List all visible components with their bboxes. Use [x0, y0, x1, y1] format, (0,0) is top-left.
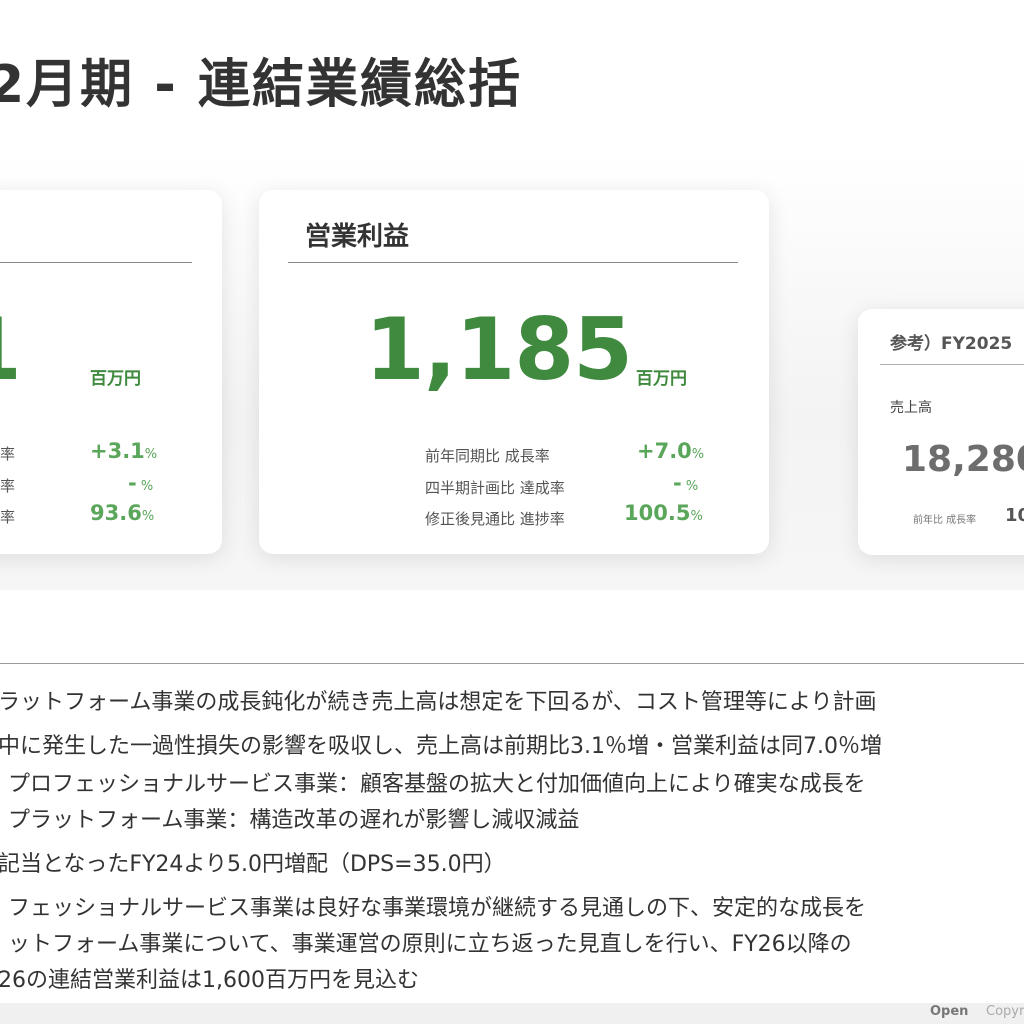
metric-value: 93.6% — [90, 501, 155, 525]
card-divider — [288, 262, 738, 263]
summary-line: フェッショナルサービス事業は良好な事業環境が継続する見通しの下、安定的な成長を — [8, 896, 867, 921]
page-title: 2月期 - 連結業績総括 — [0, 55, 522, 115]
summary-line: 中に発生した一過性損失の影響を吸収し、売上高は前期比3.1％増・営業利益は同7.… — [0, 734, 882, 759]
operating-profit-unit: 百万円 — [636, 369, 687, 389]
copyright-text: Copyr — [986, 1004, 1024, 1019]
slide: 2月期 - 連結業績総括 1 百万円 成長率 +3.1% 達成率 - % 進捗率… — [0, 0, 1024, 1024]
sales-unit: 百万円 — [90, 369, 141, 389]
metric-value: - % — [673, 471, 699, 495]
metric-value: - % — [128, 471, 154, 495]
summary-line: プロフェッショナルサービス事業：顧客基盤の拡大と付加価値向上により確実な成長を — [8, 772, 866, 797]
reference-title: 参考）FY2025 — [890, 334, 1013, 354]
operating-profit-value: 1,185 — [365, 300, 633, 400]
metric-value: +3.1% — [90, 439, 158, 463]
reference-growth-label: 前年比 成長率 — [913, 515, 977, 526]
metric-label: 修正後見通比 進捗率 — [425, 510, 565, 528]
reference-growth-value: 10 — [1005, 505, 1024, 526]
footer-bar — [0, 1003, 1024, 1024]
card-divider — [0, 262, 192, 263]
summary-line: プラットフォーム事業：構造改革の遅れが影響し減収減益 — [8, 808, 580, 833]
metric-label: 達成率 — [0, 477, 16, 495]
metric-value: 100.5% — [624, 501, 703, 525]
reference-value: 18,280 — [902, 439, 1024, 480]
reference-card: 参考）FY2025 売上高 18,280 前年比 成長率 10 — [858, 309, 1024, 555]
reference-label: 売上高 — [890, 400, 932, 416]
summary-line: ラットフォーム事業の成長鈍化が続き売上高は想定を下回るが、コスト管理等により計画 — [0, 690, 877, 715]
metric-label: 四半期計画比 達成率 — [425, 479, 565, 497]
summary-line: 記当となったFY24より5.0円増配（DPS=35.0円） — [0, 852, 506, 877]
metric-label: 進捗率 — [0, 508, 16, 526]
summary-line: ットフォーム事業について、事業運営の原則に立ち返った見直しを行い、FY26以降の — [8, 932, 852, 957]
card-divider — [880, 364, 1024, 365]
metric-value: +7.0% — [637, 439, 705, 463]
classification-label: Open — [930, 1004, 969, 1019]
sales-value: 1 — [0, 300, 22, 400]
operating-profit-card: 営業利益 1,185 百万円 前年同期比 成長率 +7.0% 四半期計画比 達成… — [259, 190, 769, 554]
sales-card: 1 百万円 成長率 +3.1% 達成率 - % 進捗率 93.6% — [0, 190, 222, 554]
metric-label: 成長率 — [0, 445, 16, 463]
metric-label: 前年同期比 成長率 — [425, 447, 550, 465]
card-title: 営業利益 — [305, 222, 410, 252]
summary-line: 26の連結営業利益は1,600百万円を見込む — [0, 968, 419, 993]
summary-divider — [0, 663, 1024, 664]
